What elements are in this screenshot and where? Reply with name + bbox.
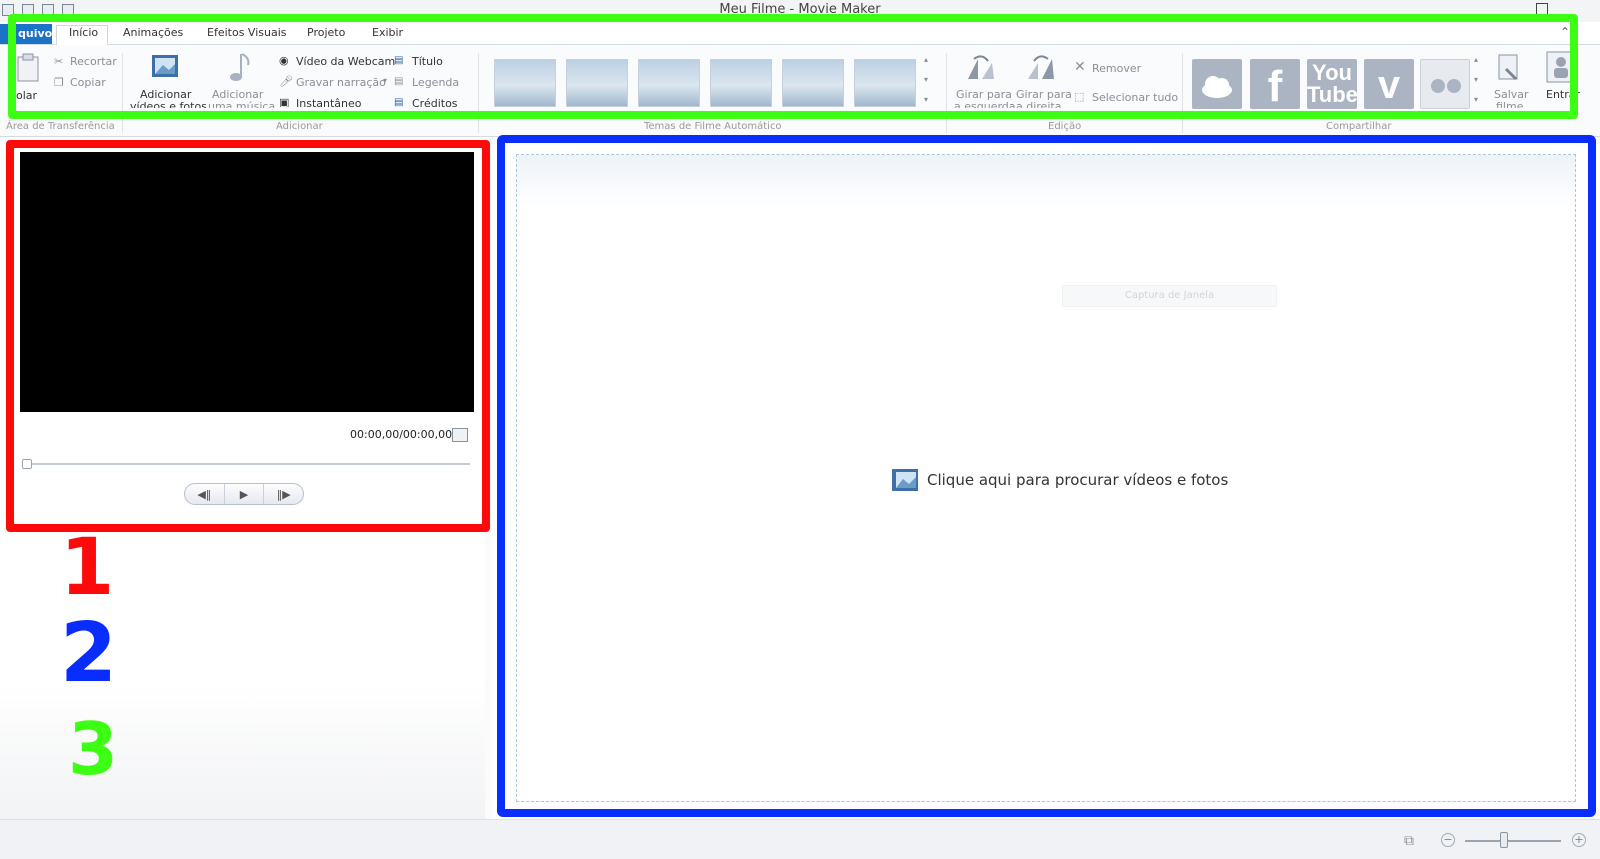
theme-thumbnail[interactable] [854, 59, 916, 107]
gallery-scroll-up-icon[interactable]: ▴ [924, 55, 928, 64]
zoom-slider-handle[interactable] [1500, 832, 1508, 848]
annotation-label-2: 2 [60, 606, 118, 701]
annotation-label-3: 3 [68, 707, 119, 791]
browse-videos-photos-link[interactable]: Clique aqui para procurar vídeos e fotos [891, 466, 1228, 494]
group-label-share: Compartilhar [1326, 121, 1392, 132]
tab-project[interactable]: Projeto [307, 26, 345, 39]
credits-button[interactable]: Créditos [412, 97, 458, 107]
save-movie-label-2: filme [1496, 100, 1524, 108]
vimeo-icon[interactable]: v [1364, 59, 1414, 109]
add-videos-photos-icon [152, 55, 178, 77]
theme-thumbnail[interactable] [494, 59, 556, 107]
add-videos-photos-label-2: vídeos e fotos [130, 100, 207, 108]
microphone-icon: 🎤︎ [279, 75, 293, 88]
add-videos-photos-icon [892, 469, 918, 491]
zoom-out-button[interactable]: − [1441, 833, 1455, 847]
group-label-add: Adicionar [276, 121, 323, 132]
caption-button[interactable]: Legenda [412, 76, 459, 89]
zoom-slider[interactable] [1465, 840, 1561, 842]
snapshot-icon: ▣ [279, 96, 290, 107]
youtube-icon[interactable]: You Tube [1307, 59, 1358, 109]
previous-frame-icon[interactable]: ◀‖ [185, 484, 225, 504]
tab-view[interactable]: Exibir [372, 26, 403, 39]
cut-icon: ✂ [54, 55, 64, 68]
music-note-icon [230, 53, 250, 81]
title-button[interactable]: Título [412, 55, 443, 68]
chevron-down-icon[interactable]: ▾ [383, 76, 387, 85]
cut-button[interactable]: Recortar [70, 55, 117, 68]
status-bar [0, 819, 1600, 859]
collapse-ribbon-icon[interactable]: ⌃ [1560, 25, 1570, 39]
next-frame-icon[interactable]: ‖▶ [264, 484, 303, 504]
video-preview[interactable] [20, 152, 474, 412]
restore-window-button[interactable] [1536, 3, 1548, 15]
theme-thumbnail[interactable] [566, 59, 628, 107]
title-bar: Meu Filme - Movie Maker [0, 0, 1600, 22]
webcam-icon: ◉ [279, 54, 289, 67]
storyboard-view-icon[interactable]: ⧉ [1404, 833, 1414, 849]
share-scroll-down-icon[interactable]: ▾ [1474, 75, 1478, 84]
rotate-right-icon [1028, 55, 1054, 79]
share-scroll-up-icon[interactable]: ▴ [1474, 55, 1478, 64]
webcam-video-button[interactable]: Vídeo da Webcam [296, 55, 395, 68]
rotate-left-label-2: a esquerda [954, 100, 1016, 108]
browse-text: Clique aqui para procurar vídeos e fotos [927, 471, 1229, 489]
select-all-button[interactable]: Selecionar tudo [1092, 91, 1178, 104]
facebook-icon[interactable]: f [1250, 59, 1300, 111]
sign-in-button[interactable]: Entrar [1546, 88, 1580, 101]
playback-controls: ◀‖ ▶ ‖▶ [184, 483, 304, 505]
gallery-scroll-down-icon[interactable]: ▾ [924, 75, 928, 84]
fullscreen-icon[interactable] [452, 428, 468, 442]
preview-time: 00:00,00/00:00,00 [350, 428, 453, 441]
group-separator [946, 53, 947, 133]
group-separator [1182, 53, 1183, 133]
tab-file[interactable]: quivo [0, 24, 52, 44]
rotate-right-label-2: a direita [1016, 100, 1062, 108]
paste-icon [17, 53, 39, 82]
add-music-label-2: uma música [208, 100, 276, 108]
tab-animations[interactable]: Animações [123, 26, 183, 39]
group-label-clipboard: Área de Transferência [6, 121, 115, 132]
remove-button[interactable]: Remover [1092, 62, 1141, 75]
record-narration-button[interactable]: Gravar narração [296, 76, 386, 89]
copy-icon: ❐ [54, 76, 64, 89]
youtube-label-you: You [1312, 60, 1352, 85]
gallery-expand-icon[interactable]: ▾ [924, 95, 928, 104]
rotate-left-icon [968, 55, 994, 79]
flickr-icon[interactable] [1420, 59, 1470, 109]
play-icon[interactable]: ▶ [225, 484, 265, 504]
share-expand-icon[interactable]: ▾ [1474, 95, 1478, 104]
window-title: Meu Filme - Movie Maker [719, 2, 881, 17]
youtube-label-tube: Tube [1307, 82, 1358, 107]
copy-button[interactable]: Copiar [70, 76, 106, 89]
group-label-themes: Temas de Filme Automático [644, 121, 782, 132]
group-label-editing: Edição [1048, 121, 1082, 132]
select-all-icon: ⬚ [1074, 90, 1085, 103]
onedrive-cloud-icon[interactable] [1192, 59, 1242, 109]
remove-icon: ✕ [1074, 59, 1086, 75]
theme-thumbnail[interactable] [710, 59, 772, 107]
user-icon [1546, 51, 1576, 83]
annotation-label-1: 1 [60, 523, 115, 613]
zoom-in-button[interactable]: + [1572, 833, 1586, 847]
ribbon: olar ✂ Recortar ❐ Copiar Área de Transfe… [0, 45, 1600, 137]
title-icon: ▤ [394, 55, 404, 66]
credits-icon: ▤ [394, 97, 404, 107]
ribbon-tabs: quivo Início Animações Efeitos Visuais P… [0, 22, 1600, 46]
group-separator [122, 53, 123, 133]
overlay-caption: Captura de Janela [1062, 285, 1277, 307]
tab-visual-effects[interactable]: Efeitos Visuais [207, 26, 287, 39]
caption-icon: ▤ [394, 76, 404, 87]
group-separator [478, 53, 479, 133]
tab-home[interactable]: Início [69, 26, 98, 39]
movie-maker-window: Meu Filme - Movie Maker quivo Início Ani… [0, 0, 1600, 859]
seek-handle[interactable] [22, 459, 32, 469]
snapshot-button[interactable]: Instantâneo [296, 97, 362, 107]
paste-button[interactable]: olar [16, 89, 37, 102]
save-movie-icon [1498, 54, 1518, 81]
theme-thumbnail[interactable] [638, 59, 700, 107]
seek-bar[interactable] [24, 463, 470, 465]
theme-thumbnail[interactable] [782, 59, 844, 107]
